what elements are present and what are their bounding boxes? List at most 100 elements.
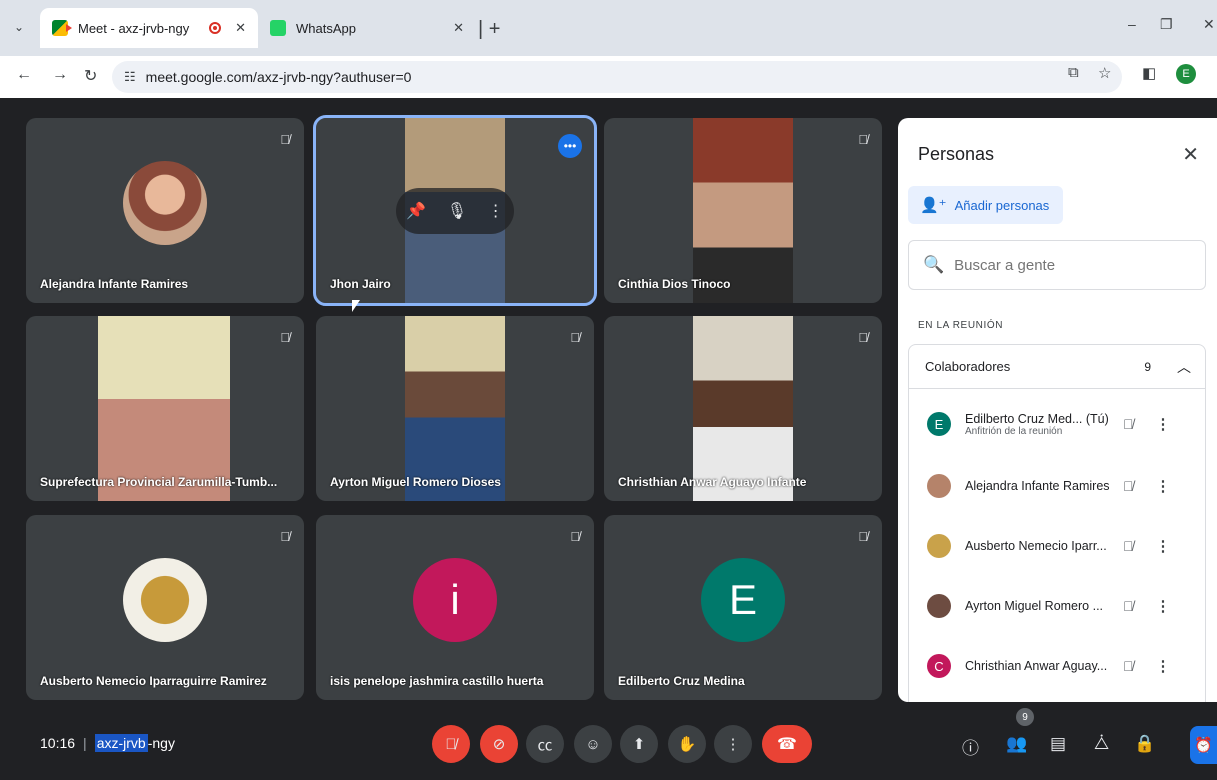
- avatar: E: [927, 412, 951, 436]
- more-options-icon[interactable]: •••: [558, 134, 582, 158]
- participant-video: [405, 316, 505, 501]
- participant-tile[interactable]: 🎙̸ Cinthia Dios Tinoco: [604, 118, 882, 303]
- meeting-details-icon[interactable]: ⓘ: [962, 734, 979, 759]
- participant-tile[interactable]: 🎙̸ Suprefectura Provincial Zarumilla-Tum…: [26, 316, 304, 501]
- avatar: [927, 534, 951, 558]
- meeting-controls-bar: 10:16 | axz-jrvb -ngy 🎙̸ ⊘ ㏄ ☺ ⬆ ✋ ⋮ ☎ ⓘ …: [0, 706, 1217, 780]
- recording-icon: [209, 22, 222, 34]
- mic-icon[interactable]: 🎙: [447, 201, 467, 221]
- participant-name: Christhian Anwar Aguayo Infante: [618, 475, 807, 489]
- hand-icon: ✋: [677, 736, 697, 753]
- mic-off-icon: 🎙̸: [1123, 478, 1134, 494]
- participant-photo-avatar: [123, 557, 207, 642]
- bookmark-star-icon[interactable]: ☆: [1098, 64, 1111, 82]
- participant-tile[interactable]: 🎙̸ Alejandra Infante Ramires: [26, 118, 304, 303]
- captions-button[interactable]: ㏄: [526, 725, 564, 763]
- profile-avatar[interactable]: E: [1176, 64, 1196, 84]
- people-search-box[interactable]: 🔍: [908, 240, 1206, 290]
- chevron-up-icon[interactable]: ︿: [1177, 357, 1191, 377]
- tab-whatsapp[interactable]: WhatsApp ✕: [258, 8, 476, 48]
- participant-name: Suprefectura Provincial Zarumilla-Tumb..…: [40, 475, 278, 489]
- list-item[interactable]: Alejandra Infante Ramires 🎙̸ ⋮: [909, 457, 1207, 515]
- captions-icon: ㏄: [537, 736, 553, 754]
- person-role: Anfitrión de la reunión: [965, 425, 1063, 437]
- list-item[interactable]: Ausberto Nemecio Iparr... 🎙̸ ⋮: [909, 517, 1207, 575]
- reload-icon[interactable]: ↻: [84, 66, 97, 86]
- site-info-icon[interactable]: ☷: [124, 69, 136, 85]
- list-item[interactable]: C Christhian Anwar Aguay... 🎙̸ ⋮: [909, 637, 1207, 695]
- mic-off-icon: 🎙̸: [445, 735, 457, 753]
- mic-off-icon: 🎙̸: [858, 330, 868, 345]
- url-text: meet.google.com/axz-jrvb-ngy?authuser=0: [145, 69, 412, 85]
- mic-off-icon: 🎙̸: [858, 132, 868, 147]
- host-controls-icon[interactable]: 🔒: [1134, 734, 1155, 754]
- participant-tile[interactable]: ••• 📌 🎙 ⋮ Jhon Jairo: [313, 115, 597, 306]
- chat-icon[interactable]: ▤: [1050, 734, 1066, 754]
- mic-off-icon: 🎙̸: [1123, 658, 1134, 674]
- person-name: Christhian Anwar Aguay...: [965, 659, 1108, 673]
- present-icon: ⬆: [632, 736, 646, 753]
- phone-hangup-icon: ☎: [777, 736, 797, 753]
- forward-icon[interactable]: →: [52, 66, 68, 84]
- reactions-button[interactable]: ☺: [574, 725, 612, 763]
- participant-tile[interactable]: i 🎙̸ isis penelope jashmira castillo hue…: [316, 515, 594, 700]
- more-vert-icon[interactable]: ⋮: [1156, 477, 1171, 495]
- meeting-code-rest: -ngy: [147, 735, 175, 751]
- person-add-icon: 👤⁺: [920, 197, 947, 214]
- tab-meet[interactable]: Meet - axz-jrvb-ngy ✕: [40, 8, 258, 48]
- close-window-icon[interactable]: ✕: [1203, 16, 1215, 33]
- mic-off-icon: 🎙̸: [570, 529, 580, 544]
- mic-toggle-button[interactable]: 🎙̸: [432, 725, 470, 763]
- close-tab-icon[interactable]: ✕: [453, 20, 464, 36]
- person-name: Edilberto Cruz Med... (Tú): [965, 411, 1109, 426]
- divider: |: [83, 735, 87, 751]
- add-people-button[interactable]: 👤⁺ Añadir personas: [908, 186, 1064, 224]
- present-button[interactable]: ⬆: [620, 725, 658, 763]
- activities-icon[interactable]: ⧊: [1094, 734, 1109, 754]
- side-panel-icon[interactable]: ◧: [1142, 64, 1156, 82]
- participant-name: Ausberto Nemecio Iparraguirre Ramirez: [40, 674, 267, 688]
- back-icon[interactable]: ←: [16, 66, 32, 84]
- participant-letter-avatar: i: [413, 557, 497, 642]
- participant-name: Alejandra Infante Ramires: [40, 277, 189, 291]
- close-panel-icon[interactable]: ✕: [1182, 142, 1199, 167]
- list-item[interactable]: Ayrton Miguel Romero ... 🎙̸ ⋮: [909, 577, 1207, 635]
- more-vert-icon[interactable]: ⋮: [1156, 415, 1171, 433]
- leave-call-button[interactable]: ☎: [762, 725, 812, 763]
- pin-icon[interactable]: 📌: [406, 201, 426, 221]
- camera-toggle-button[interactable]: ⊘: [480, 725, 518, 763]
- person-name: Ayrton Miguel Romero ...: [965, 599, 1104, 613]
- raise-hand-button[interactable]: ✋: [668, 725, 706, 763]
- minimize-icon[interactable]: –: [1128, 16, 1136, 32]
- participant-tile[interactable]: E 🎙̸ Edilberto Cruz Medina: [604, 515, 882, 700]
- meet-favicon-icon: [52, 20, 72, 36]
- panel-title: Personas: [918, 144, 995, 164]
- list-item[interactable]: E Edilberto Cruz Med... (Tú) Anfitrión d…: [909, 395, 1207, 453]
- meeting-code-highlight: axz-jrvb: [94, 734, 148, 752]
- participant-tile[interactable]: 🎙̸ Ayrton Miguel Romero Dioses: [316, 316, 594, 501]
- more-vert-icon[interactable]: ⋮: [1156, 537, 1171, 555]
- more-vert-icon[interactable]: ⋮: [488, 201, 504, 221]
- search-input[interactable]: [954, 256, 1195, 274]
- address-bar[interactable]: ☷ meet.google.com/axz-jrvb-ngy?authuser=…: [112, 61, 1122, 93]
- people-icon[interactable]: 👥: [1006, 734, 1027, 754]
- new-tab-icon[interactable]: | +: [478, 18, 500, 41]
- tab-title: Meet - axz-jrvb-ngy: [78, 20, 190, 36]
- tab-search-chevron-icon[interactable]: ⌄: [14, 20, 24, 34]
- more-options-button[interactable]: ⋮: [714, 725, 752, 763]
- collaborators-header[interactable]: Colaboradores 9 ︿: [909, 345, 1205, 389]
- whatsapp-favicon-icon: [270, 20, 286, 36]
- cast-icon[interactable]: ⧉: [1068, 64, 1079, 81]
- more-vert-icon[interactable]: ⋮: [1156, 657, 1171, 675]
- mic-off-icon: 🎙̸: [1123, 538, 1134, 554]
- timer-button[interactable]: ⏰: [1190, 726, 1217, 764]
- close-tab-icon[interactable]: ✕: [235, 20, 246, 36]
- restore-icon[interactable]: ❐: [1160, 16, 1173, 33]
- alarm-icon: ⏰: [1194, 737, 1213, 754]
- avatar: C: [927, 654, 951, 678]
- participant-tile[interactable]: 🎙̸ Ausberto Nemecio Iparraguirre Ramirez: [26, 515, 304, 700]
- participant-name: Edilberto Cruz Medina: [618, 674, 745, 688]
- people-panel: Personas ✕ 👤⁺ Añadir personas 🔍 EN LA RE…: [898, 118, 1217, 702]
- participant-tile[interactable]: 🎙̸ Christhian Anwar Aguayo Infante: [604, 316, 882, 501]
- more-vert-icon[interactable]: ⋮: [1156, 597, 1171, 615]
